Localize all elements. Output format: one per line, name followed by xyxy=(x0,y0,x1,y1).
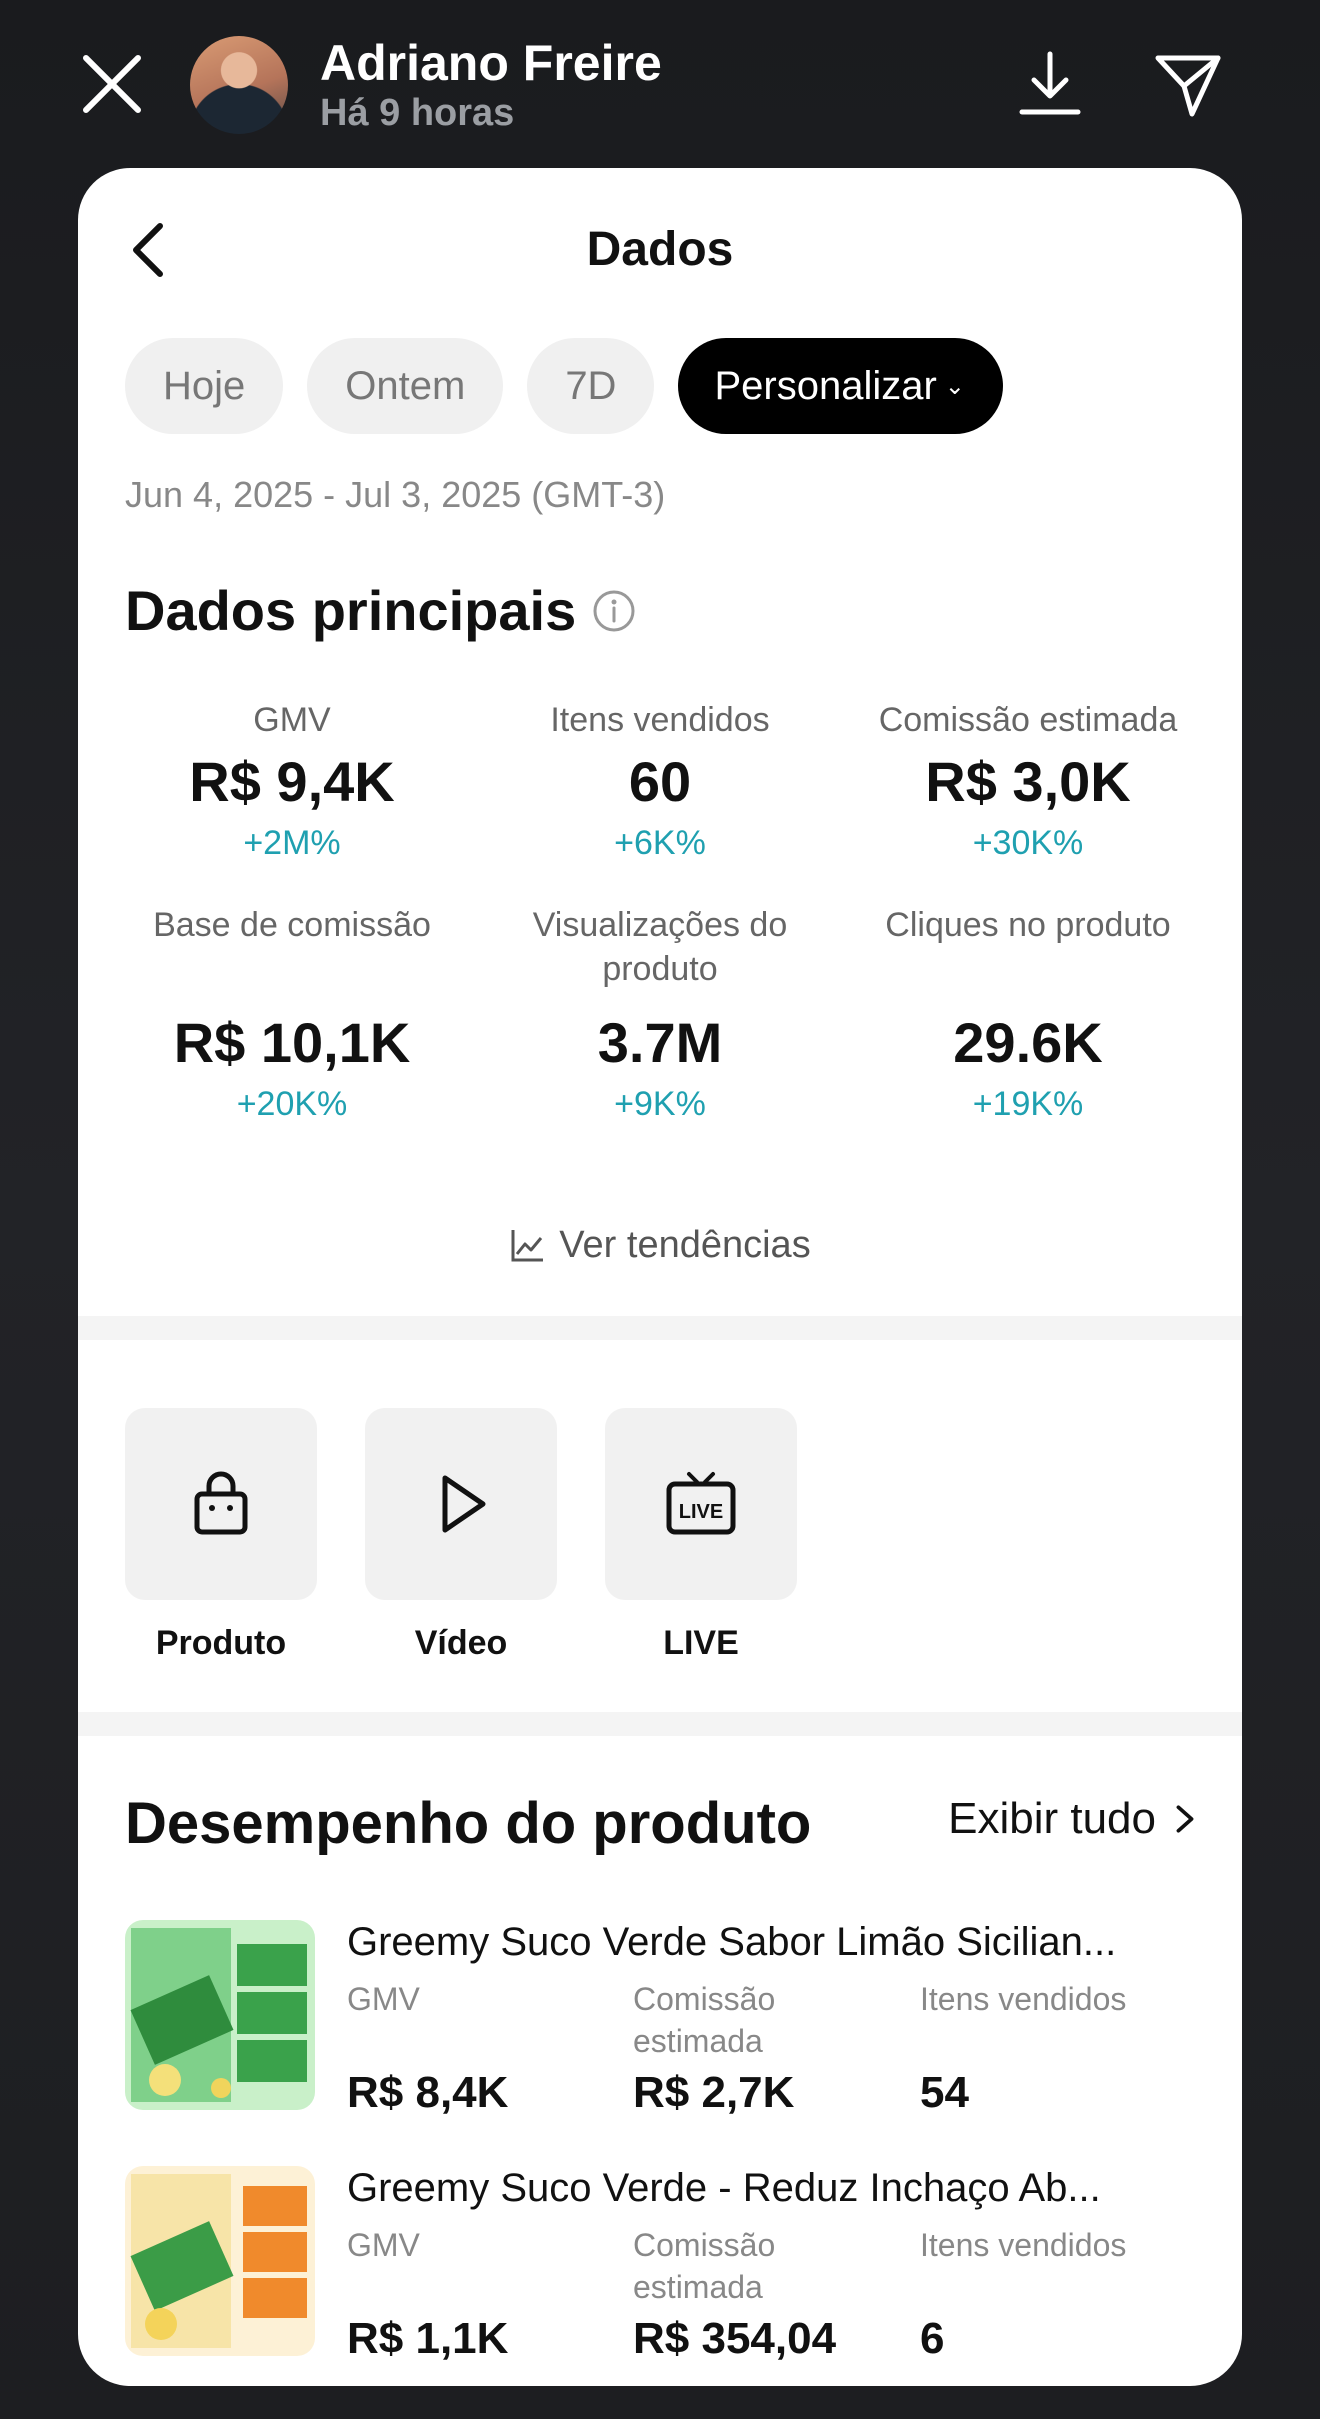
see-all-label: Exibir tudo xyxy=(948,1794,1156,1843)
col-label: Itens vendidos xyxy=(920,2227,1127,2263)
metric-delta: +2M% xyxy=(243,824,341,862)
tile-product[interactable]: Produto xyxy=(125,1408,317,1663)
metric-value: 3.7M xyxy=(597,1011,723,1074)
shopping-bag-icon xyxy=(194,1471,248,1535)
tile-label: Vídeo xyxy=(414,1624,508,1662)
story-viewer: Adriano Freire Há 9 horas Dados Hoje Ont… xyxy=(0,0,1320,2419)
send-icon xyxy=(1155,55,1221,117)
chip-custom[interactable]: Personalizar ⌄ xyxy=(678,338,1003,434)
story-timestamp: Há 9 horas xyxy=(320,92,515,134)
col-label: Comissão estimada xyxy=(633,2227,776,2305)
page-title: Dados xyxy=(586,223,734,276)
metric-estimated-commission: Comissão estimada R$ 3,0K +30K% xyxy=(844,698,1212,863)
col-value: 6 xyxy=(920,2314,945,2363)
download-button[interactable] xyxy=(1014,48,1086,120)
chip-yesterday[interactable]: Ontem xyxy=(307,338,504,434)
product-items-sold: Itens vendidos 6 xyxy=(920,2224,1180,2364)
col-value: R$ 1,1K xyxy=(347,2314,509,2363)
svg-text:LIVE: LIVE xyxy=(679,1501,723,1523)
col-value: R$ 354,04 xyxy=(633,2314,837,2363)
chevron-down-icon: ⌄ xyxy=(944,372,965,400)
tile-box xyxy=(125,1408,317,1600)
col-value: R$ 2,7K xyxy=(633,2068,795,2117)
tile-box xyxy=(365,1408,557,1600)
story-header: Adriano Freire Há 9 horas xyxy=(0,0,1320,168)
live-tv-icon: LIVE xyxy=(666,1472,736,1535)
chip-custom-label: Personalizar xyxy=(714,363,937,408)
section-divider xyxy=(78,1712,1242,1736)
metric-commission-base: Base de comissão R$ 10,1K +20K% xyxy=(108,903,476,1124)
close-button[interactable] xyxy=(78,50,146,118)
close-icon xyxy=(83,55,141,113)
metric-delta: +19K% xyxy=(972,1085,1084,1123)
product-commission: Comissão estimada R$ 354,04 xyxy=(633,2224,893,2364)
col-label: Comissão estimada xyxy=(633,1981,776,2059)
chip-7d[interactable]: 7D xyxy=(527,338,655,434)
date-range: Jun 4, 2025 - Jul 3, 2025 (GMT-3) xyxy=(125,474,666,515)
metric-value: R$ 9,4K xyxy=(189,750,395,813)
tile-label: LIVE xyxy=(663,1624,739,1662)
tile-live[interactable]: LIVE LIVE xyxy=(605,1408,797,1663)
metric-label: Base de comissão xyxy=(153,906,431,944)
metric-items-sold: Itens vendidos 60 +6K% xyxy=(476,698,844,863)
metric-delta: +6K% xyxy=(614,824,706,862)
send-button[interactable] xyxy=(1152,48,1224,120)
metric-delta: +20K% xyxy=(236,1085,348,1123)
metrics-grid: GMV R$ 9,4K +2M% Itens vendidos 60 +6K% … xyxy=(108,698,1212,1124)
metric-value: 29.6K xyxy=(953,1011,1103,1074)
metric-product-clicks: Cliques no produto 29.6K +19K% xyxy=(844,903,1212,1124)
col-label: GMV xyxy=(347,1981,420,2017)
metric-value: 60 xyxy=(628,750,692,813)
see-all-link[interactable]: Exibir tudo xyxy=(948,1794,1196,1844)
product-name: Greemy Suco Verde - Reduz Inchaço Ab... xyxy=(347,2166,1101,2210)
col-value: R$ 8,4K xyxy=(347,2068,509,2117)
product-name: Greemy Suco Verde Sabor Limão Sicilian..… xyxy=(347,1920,1117,1964)
product-thumbnail xyxy=(125,2166,315,2356)
story-user-name[interactable]: Adriano Freire xyxy=(320,34,662,92)
product-row[interactable]: Greemy Suco Verde Sabor Limão Sicilian..… xyxy=(125,1920,1205,2120)
metric-delta: +30K% xyxy=(972,824,1084,862)
data-screen-card: Dados Hoje Ontem 7D Personalizar ⌄ Jun 4… xyxy=(78,168,1242,2386)
chevron-right-icon xyxy=(1176,1805,1194,1833)
col-value: 54 xyxy=(920,2068,969,2117)
metric-value: R$ 3,0K xyxy=(925,750,1131,813)
col-label: Itens vendidos xyxy=(920,1981,1127,2017)
product-commission: Comissão estimada R$ 2,7K xyxy=(633,1978,893,2118)
metric-value: R$ 10,1K xyxy=(173,1011,411,1074)
line-chart-icon xyxy=(511,1229,544,1261)
top-bar: Dados xyxy=(78,168,1242,328)
play-icon xyxy=(442,1475,486,1533)
tile-label: Produto xyxy=(155,1624,287,1662)
metric-label: GMV xyxy=(253,701,331,739)
product-row[interactable]: Greemy Suco Verde - Reduz Inchaço Ab... … xyxy=(125,2166,1205,2366)
metric-label: Visualizações do produto xyxy=(532,906,788,988)
metric-label: Itens vendidos xyxy=(550,701,770,739)
metric-delta: +9K% xyxy=(614,1085,706,1123)
tile-box: LIVE xyxy=(605,1408,797,1600)
category-tiles: Produto Vídeo LIVE LIVE xyxy=(125,1408,797,1663)
avatar[interactable] xyxy=(190,36,288,134)
section-divider xyxy=(78,1316,1242,1340)
tile-video[interactable]: Vídeo xyxy=(365,1408,557,1663)
product-items-sold: Itens vendidos 54 xyxy=(920,1978,1180,2118)
metric-label: Cliques no produto xyxy=(885,906,1171,944)
product-gmv: GMV R$ 8,4K xyxy=(347,1978,607,2118)
metric-gmv: GMV R$ 9,4K +2M% xyxy=(108,698,476,863)
metric-product-views: Visualizações do produto 3.7M +9K% xyxy=(476,903,844,1124)
download-icon xyxy=(1019,51,1081,115)
metric-label: Comissão estimada xyxy=(878,701,1178,739)
product-gmv: GMV R$ 1,1K xyxy=(347,2224,607,2364)
chip-today[interactable]: Hoje xyxy=(125,338,284,434)
view-trends-link[interactable]: Ver tendências xyxy=(78,1224,1242,1267)
view-trends-label: Ver tendências xyxy=(559,1224,811,1266)
main-data-title: Dados principais xyxy=(125,579,577,642)
main-data-section-title: Dados principais xyxy=(125,578,636,643)
info-icon[interactable] xyxy=(592,589,636,633)
product-thumbnail xyxy=(125,1920,315,2110)
col-label: GMV xyxy=(347,2227,420,2263)
period-filter-chips: Hoje Ontem 7D Personalizar ⌄ xyxy=(125,338,1003,434)
product-performance-title: Desempenho do produto xyxy=(125,1791,812,1856)
